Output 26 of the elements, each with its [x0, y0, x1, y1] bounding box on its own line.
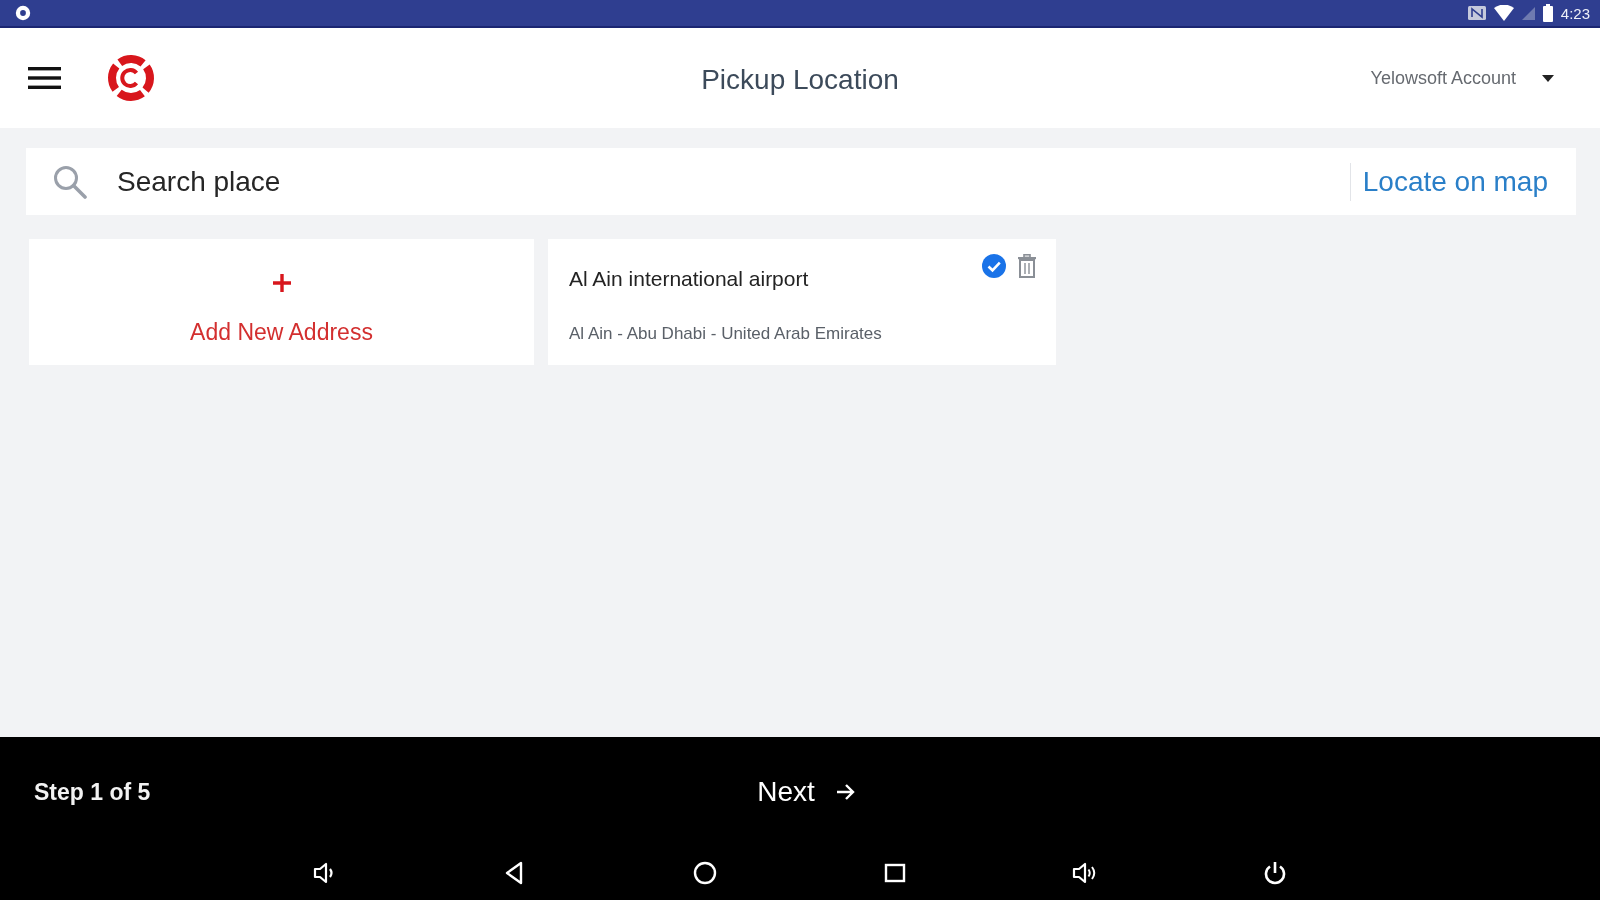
address-card[interactable]: Al Ain international airport Al Ain - Abu Dhabi - United Arab Emirates — [548, 239, 1056, 365]
caret-icon — [1542, 74, 1554, 82]
power-icon[interactable] — [1262, 859, 1288, 886]
trash-icon[interactable] — [1018, 254, 1036, 278]
address-detail: Al Ain - Abu Dhabi - United Arab Emirates — [569, 323, 882, 344]
add-address-button[interactable]: Add New Address — [29, 239, 534, 365]
arrow-right-icon — [836, 784, 855, 801]
battery-icon — [1542, 4, 1553, 22]
next-button[interactable]: Next — [757, 776, 855, 809]
ring-icon — [14, 4, 32, 22]
address-name: Al Ain international airport — [569, 266, 809, 291]
nfc-icon — [1467, 6, 1486, 20]
menu-icon[interactable] — [28, 66, 61, 90]
plus-icon — [271, 273, 292, 293]
search-bar[interactable]: Search place — [26, 148, 1350, 215]
check-circle-icon[interactable] — [982, 254, 1006, 278]
home-icon[interactable] — [692, 859, 718, 886]
wifi-icon — [1493, 5, 1514, 21]
step-indicator: Step 1 of 5 — [34, 778, 151, 806]
page-title: Pickup Location — [701, 63, 899, 96]
search-field[interactable]: Search place — [117, 159, 1350, 204]
account-dropdown[interactable]: Yelowsoft Account — [1370, 67, 1554, 89]
status-time: 4:23 — [1560, 4, 1590, 22]
search-icon — [53, 164, 87, 199]
signal-icon — [1521, 6, 1535, 20]
logo-icon — [107, 54, 155, 102]
